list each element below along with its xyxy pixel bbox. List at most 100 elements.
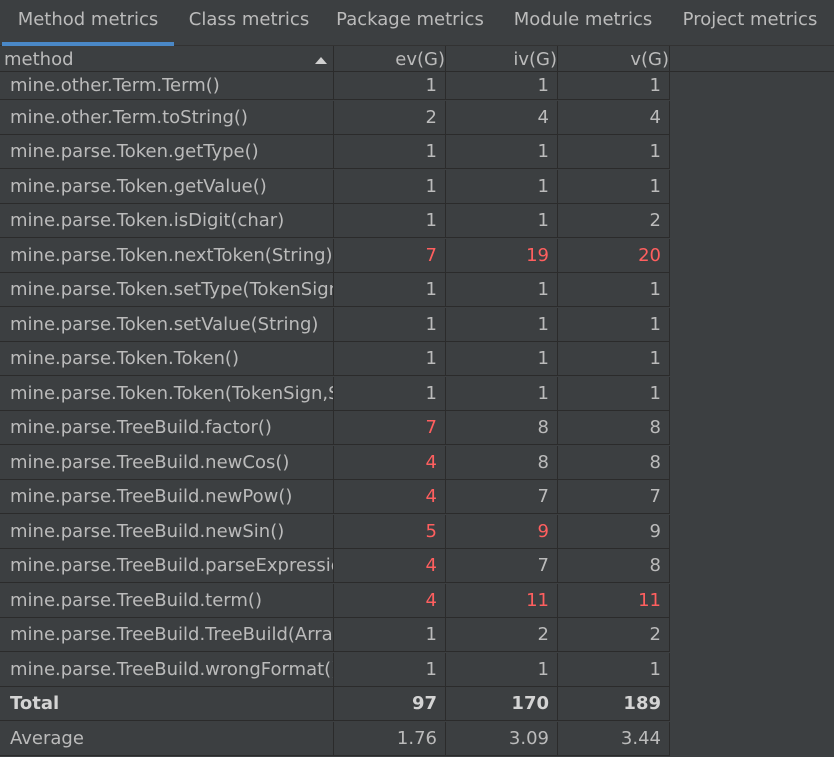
cell-ev: 1	[334, 169, 446, 204]
cell-v: 1	[558, 342, 670, 376]
table-row[interactable]: mine.parse.Token.getValue() 1 1 1	[0, 169, 670, 204]
cell-v: 7	[558, 480, 670, 514]
cell-iv: 1	[446, 376, 558, 411]
column-header-v[interactable]: v(G)	[558, 46, 670, 72]
table-row[interactable]: mine.parse.Token.setType(TokenSign) 1 1 1	[0, 273, 670, 307]
table-row[interactable]: mine.parse.TreeBuild.factor() 7 8 8	[0, 411, 670, 445]
cell-v: 1	[558, 169, 670, 204]
cell-ev: 4	[334, 445, 446, 480]
cell-name: mine.parse.TreeBuild.TreeBuild(Arrayl	[0, 618, 334, 652]
cell-iv: 1	[446, 342, 558, 376]
cell-ev: 1	[334, 307, 446, 342]
table-row[interactable]: mine.parse.Token.nextToken(String) 7 19 20	[0, 238, 670, 273]
cell-name: mine.parse.Token.Token()	[0, 342, 334, 376]
cell-name: mine.parse.TreeBuild.parseExpression	[0, 549, 334, 583]
cell-ev: 1	[334, 342, 446, 376]
cell-name: mine.parse.TreeBuild.term()	[0, 583, 334, 618]
column-header-ev[interactable]: ev(G)	[334, 46, 446, 72]
cell-iv: 7	[446, 480, 558, 514]
tab-project-metrics[interactable]: Project metrics	[672, 0, 828, 46]
cell-ev: 1	[334, 135, 446, 169]
cell-iv: 1	[446, 652, 558, 687]
cell-name: mine.parse.Token.getValue()	[0, 169, 334, 204]
cell-v: 1	[558, 273, 670, 307]
cell-iv: 1	[446, 72, 558, 100]
cell-iv: 19	[446, 238, 558, 273]
table-row[interactable]: mine.parse.TreeBuild.wrongFormat() 1 1 1	[0, 652, 670, 687]
column-header-iv[interactable]: iv(G)	[446, 46, 558, 72]
cell-iv: 1	[446, 307, 558, 342]
cell-v: 2	[558, 618, 670, 652]
tab-class-metrics[interactable]: Class metrics	[176, 0, 322, 46]
cell-name: mine.parse.TreeBuild.newPow()	[0, 480, 334, 514]
cell-iv: 170	[446, 687, 558, 721]
cell-v: 189	[558, 687, 670, 721]
cell-v: 8	[558, 411, 670, 445]
cell-v: 2	[558, 204, 670, 238]
cell-ev: 1	[334, 618, 446, 652]
cell-ev: 1	[334, 204, 446, 238]
cell-v: 9	[558, 514, 670, 549]
cell-ev: 4	[334, 480, 446, 514]
column-header-label: method	[4, 49, 74, 70]
table-row[interactable]: mine.parse.Token.isDigit(char) 1 1 2	[0, 204, 670, 238]
table-row[interactable]: mine.other.Term.Term() 1 1 1	[0, 72, 670, 100]
cell-ev: 1.76	[334, 721, 446, 756]
metrics-tab-bar: Method metrics Class metrics Package met…	[0, 0, 834, 46]
cell-ev: 1	[334, 273, 446, 307]
cell-iv: 2	[446, 618, 558, 652]
cell-iv: 4	[446, 100, 558, 135]
cell-v: 1	[558, 135, 670, 169]
column-header-method[interactable]: method	[0, 46, 334, 72]
table-row[interactable]: mine.parse.Token.setValue(String) 1 1 1	[0, 307, 670, 342]
cell-name: mine.parse.TreeBuild.newCos()	[0, 445, 334, 480]
cell-iv: 7	[446, 549, 558, 583]
tab-module-metrics[interactable]: Module metrics	[498, 0, 668, 46]
cell-iv: 11	[446, 583, 558, 618]
table-row[interactable]: mine.parse.TreeBuild.newCos() 4 8 8	[0, 445, 670, 480]
cell-ev: 7	[334, 411, 446, 445]
table-row[interactable]: mine.parse.TreeBuild.term() 4 11 11	[0, 583, 670, 618]
cell-ev: 1	[334, 72, 446, 100]
cell-name: Total	[0, 687, 334, 721]
header-filler	[670, 46, 834, 72]
empty-area	[670, 72, 834, 757]
table-row[interactable]: mine.parse.TreeBuild.TreeBuild(Arrayl 1 2 2	[0, 618, 670, 652]
cell-ev: 2	[334, 100, 446, 135]
tab-method-metrics[interactable]: Method metrics	[2, 0, 174, 46]
table-row[interactable]: mine.parse.Token.getType() 1 1 1	[0, 135, 670, 169]
cell-name: mine.parse.Token.nextToken(String)	[0, 238, 334, 273]
cell-ev: 97	[334, 687, 446, 721]
table-row[interactable]: mine.parse.TreeBuild.newPow() 4 7 7	[0, 480, 670, 514]
table-row[interactable]: mine.other.Term.toString() 2 4 4	[0, 100, 670, 135]
average-row[interactable]: Average 1.76 3.09 3.44	[0, 721, 670, 756]
cell-v: 8	[558, 445, 670, 480]
cell-iv: 1	[446, 135, 558, 169]
cell-name: Average	[0, 721, 334, 756]
cell-v: 3.44	[558, 721, 670, 756]
table-row[interactable]: mine.parse.TreeBuild.newSin() 5 9 9	[0, 514, 670, 549]
cell-ev: 1	[334, 376, 446, 411]
cell-name: mine.other.Term.Term()	[0, 72, 334, 100]
total-row[interactable]: Total 97 170 189	[0, 687, 670, 721]
cell-name: mine.parse.TreeBuild.factor()	[0, 411, 334, 445]
cell-v: 1	[558, 307, 670, 342]
cell-name: mine.parse.TreeBuild.wrongFormat()	[0, 652, 334, 687]
cell-name: mine.parse.TreeBuild.newSin()	[0, 514, 334, 549]
table-row[interactable]: mine.parse.TreeBuild.parseExpression 4 7 8	[0, 549, 670, 583]
cell-name: mine.parse.Token.setValue(String)	[0, 307, 334, 342]
cell-ev: 7	[334, 238, 446, 273]
tab-package-metrics[interactable]: Package metrics	[326, 0, 494, 46]
cell-iv: 1	[446, 273, 558, 307]
cell-v: 8	[558, 549, 670, 583]
cell-v: 11	[558, 583, 670, 618]
table-row[interactable]: mine.parse.Token.Token(TokenSign,St 1 1 1	[0, 376, 670, 411]
cell-name: mine.parse.Token.getType()	[0, 135, 334, 169]
cell-v: 1	[558, 652, 670, 687]
cell-v: 1	[558, 72, 670, 100]
cell-ev: 4	[334, 583, 446, 618]
cell-iv: 1	[446, 204, 558, 238]
cell-name: mine.parse.Token.Token(TokenSign,St	[0, 376, 334, 411]
cell-iv: 9	[446, 514, 558, 549]
table-row[interactable]: mine.parse.Token.Token() 1 1 1	[0, 342, 670, 376]
